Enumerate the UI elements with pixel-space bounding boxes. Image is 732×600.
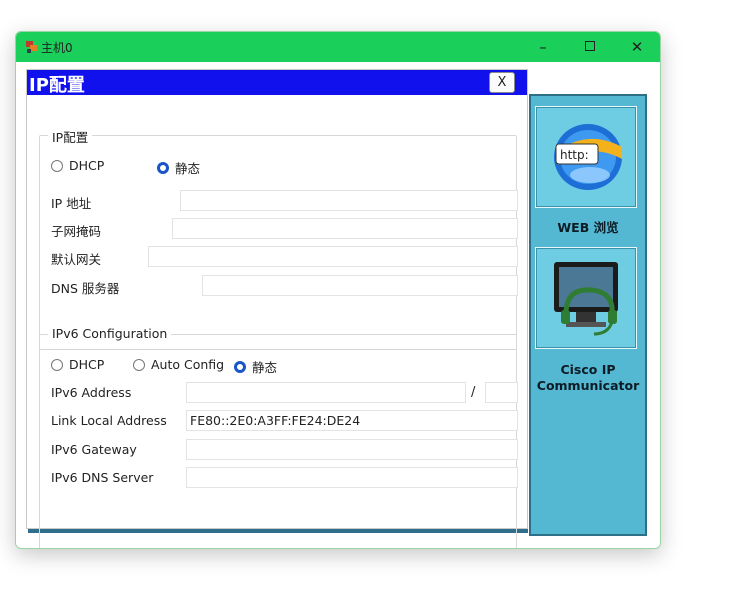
window-titlebar[interactable]: 主机0 – ✕ (16, 32, 660, 62)
ipv6-gateway-label: IPv6 Gateway (51, 442, 137, 457)
ipv6-auto-config-label: Auto Config (151, 357, 225, 372)
ipv6-dns-server-field[interactable] (186, 467, 518, 488)
ip-address-label: IP 地址 (51, 196, 92, 211)
ipv4-dhcp-radio[interactable]: DHCP (51, 158, 104, 173)
radio-checked-icon (234, 360, 246, 373)
radio-unchecked-icon (51, 358, 63, 371)
ipv6-prefix-length-field[interactable] (485, 382, 518, 403)
svg-text:http:: http: (560, 148, 589, 162)
window-title: 主机0 (41, 41, 73, 55)
desktop-apps-panel: http: WEB 浏览 Cisco IP Communicator (529, 94, 647, 536)
close-window-button[interactable]: ✕ (614, 32, 660, 62)
ipv6-gateway-field[interactable] (186, 439, 518, 460)
ip-communicator-label[interactable]: Cisco IP Communicator (531, 362, 645, 394)
ipv6-config-group: IPv6 Configuration DHCP Auto Config 静态 I… (39, 326, 518, 548)
radio-unchecked-icon (51, 159, 63, 172)
default-gateway-label: 默认网关 (51, 252, 102, 267)
web-browser-tile[interactable]: http: (535, 106, 637, 208)
radio-unchecked-icon (133, 358, 145, 371)
web-browser-label[interactable]: WEB 浏览 (531, 220, 645, 236)
dialog-header: IP配置 X (27, 70, 527, 96)
dns-server-field[interactable] (202, 275, 518, 296)
dialog-title: IP配置 (29, 75, 85, 96)
link-local-address-field[interactable]: FE80::2E0:A3FF:FE24:DE24 (186, 410, 518, 431)
ipv4-config-group: IP配置 DHCP 静态 IP 地址 子网掩码 默认网关 DNS 服务器 (39, 127, 518, 350)
ip-communicator-tile[interactable] (535, 247, 637, 349)
link-local-address-label: Link Local Address (51, 413, 167, 428)
ip-config-dialog: IP配置 X IP配置 DHCP 静态 IP 地址 子网掩码 默认网关 DNS … (26, 69, 528, 548)
ipv6-dns-server-label: IPv6 DNS Server (51, 470, 154, 485)
browser-icon: http: (554, 124, 622, 190)
ipv6-auto-config-radio[interactable]: Auto Config (133, 357, 224, 372)
ip-communicator-icon (554, 262, 618, 336)
ipv4-group-title: IP配置 (48, 127, 93, 146)
maximize-icon (585, 41, 595, 51)
ipv6-dhcp-label: DHCP (69, 357, 105, 372)
ipv6-static-radio[interactable]: 静态 (234, 357, 277, 376)
radio-checked-icon (157, 161, 169, 174)
default-gateway-field[interactable] (148, 246, 518, 267)
maximize-button[interactable] (567, 32, 613, 62)
ipv6-address-field[interactable] (186, 382, 466, 403)
ipv4-dhcp-label: DHCP (69, 158, 105, 173)
host-app-icon (26, 41, 37, 53)
ipv4-static-label: 静态 (175, 161, 201, 176)
subnet-mask-field[interactable] (172, 218, 518, 239)
ipv6-dhcp-radio[interactable]: DHCP (51, 357, 104, 372)
prefix-separator: / (471, 385, 476, 400)
ipv6-group-title: IPv6 Configuration (48, 326, 172, 341)
dialog-close-button[interactable]: X (489, 72, 515, 93)
ipv4-static-radio[interactable]: 静态 (157, 158, 200, 177)
minimize-button[interactable]: – (520, 32, 566, 62)
dns-server-label: DNS 服务器 (51, 281, 120, 296)
ipv6-address-label: IPv6 Address (51, 385, 132, 400)
subnet-mask-label: 子网掩码 (51, 224, 102, 239)
ipv6-static-label: 静态 (252, 360, 278, 375)
host-window: 主机0 – ✕ http: WEB 浏览 Cisco IP Communicat… (15, 31, 661, 549)
ip-address-field[interactable] (180, 190, 518, 211)
